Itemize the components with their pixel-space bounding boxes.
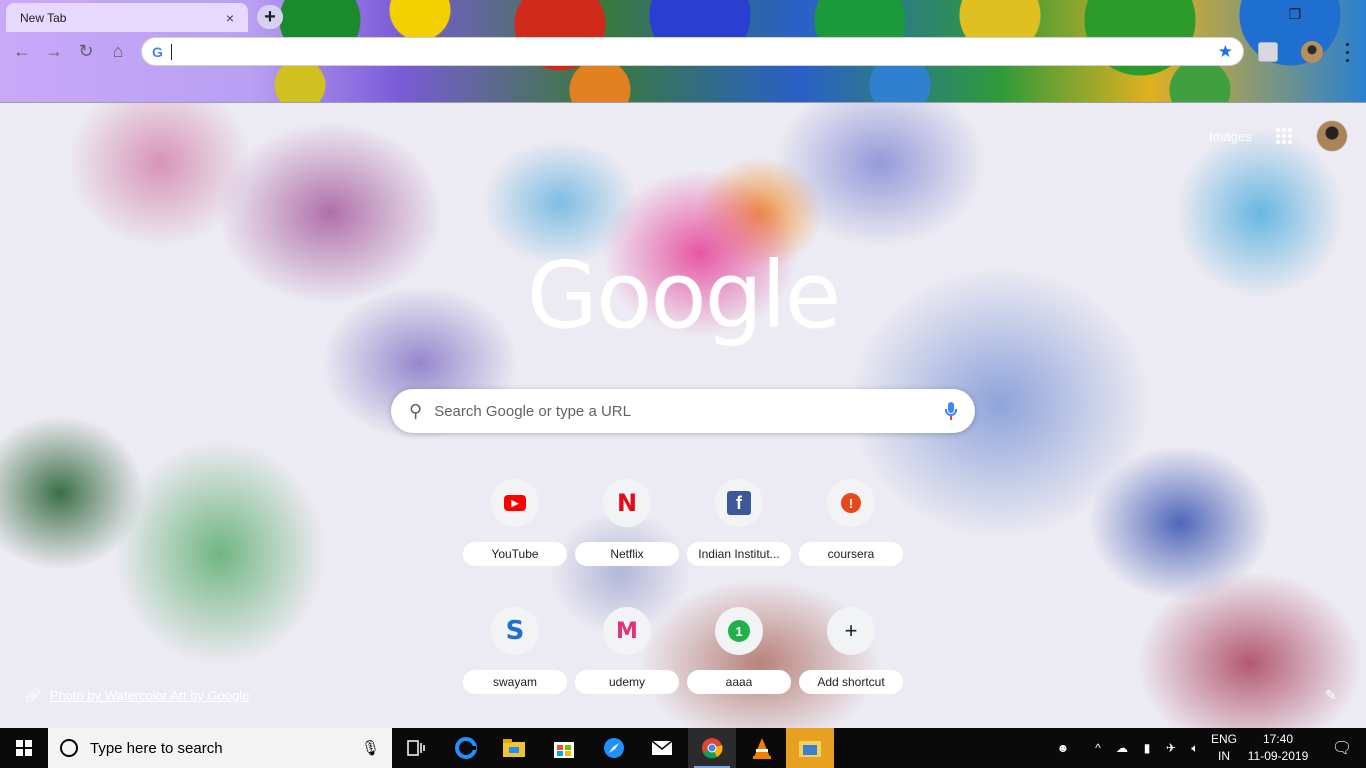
start-button[interactable] (0, 728, 48, 768)
taskbar-search[interactable]: Type here to search 🎙︎ (48, 728, 392, 768)
clock-date: 11-09-2019 (1247, 749, 1309, 763)
mail-icon[interactable] (638, 728, 686, 768)
facebook-icon: f (727, 491, 751, 515)
clock[interactable]: 17:40 11-09-2019 (1240, 731, 1316, 765)
new-tab-button[interactable]: + (257, 5, 283, 29)
udemy-icon: M (616, 618, 638, 644)
link-icon: 🔗︎ (24, 687, 42, 703)
customize-pencil-icon[interactable]: ✎ (1325, 687, 1337, 704)
photo-credit[interactable]: 🔗︎ Photo by Watercolor Art by Google (24, 687, 249, 704)
address-bar[interactable]: G ★ (141, 37, 1244, 66)
aaaa-icon: 1 (728, 620, 750, 642)
shortcut-label: YouTube (491, 547, 539, 561)
windows-icon (16, 740, 32, 756)
account-avatar[interactable] (1316, 120, 1348, 152)
extension-icon[interactable] (1258, 42, 1278, 62)
notifications-icon[interactable]: 🗨︎ (1318, 728, 1366, 768)
photo-credit-link[interactable]: Photo by Watercolor Art by Google (50, 688, 250, 703)
language-line1: ENG (1210, 732, 1237, 746)
apps-grid-icon[interactable] (1276, 128, 1292, 144)
taskbar-search-placeholder[interactable]: Type here to search (90, 740, 361, 757)
tab-close-icon[interactable]: × (222, 10, 238, 26)
shortcut-indian-institute[interactable]: f Indian Institut... (687, 479, 791, 589)
shortcut-label: swayam (492, 675, 537, 689)
search-icon: ⚲ (409, 400, 423, 421)
youtube-icon: ▶ (504, 495, 526, 511)
people-icon[interactable]: ☻ (1052, 728, 1074, 768)
language-line2: IN (1218, 749, 1230, 763)
microphone-icon[interactable] (945, 402, 957, 420)
shortcut-label: udemy (608, 675, 646, 689)
shortcut-coursera[interactable]: ! coursera (799, 479, 903, 589)
back-button[interactable]: ← (8, 37, 36, 65)
photo-folder-icon[interactable] (786, 728, 834, 768)
vlc-icon[interactable] (738, 728, 786, 768)
shortcut-label: Add shortcut (817, 675, 885, 689)
shortcut-aaaa[interactable]: 1 aaaa (687, 607, 791, 717)
toolbar: ← → ↻ ⌂ G ★ (0, 34, 1366, 70)
cortana-icon (60, 739, 78, 757)
shortcut-netflix[interactable]: N Netflix (575, 479, 679, 589)
shortcut-swayam[interactable]: S swayam (463, 607, 567, 717)
text-cursor (170, 43, 172, 60)
reload-button[interactable]: ↻ (72, 37, 100, 65)
chrome-icon[interactable] (688, 728, 736, 768)
battery-icon[interactable]: ▮ (1137, 728, 1157, 768)
google-logo: Google (526, 242, 841, 349)
add-shortcut-button[interactable]: + Add shortcut (799, 607, 903, 717)
menu-icon[interactable] (1340, 40, 1354, 64)
onedrive-icon[interactable]: ☁ (1112, 728, 1132, 768)
shortcut-label: coursera (827, 547, 875, 561)
home-button[interactable]: ⌂ (104, 37, 132, 65)
compass-app-icon[interactable] (590, 728, 638, 768)
taskbar: Type here to search 🎙︎ ☻ ^ ☁ ▮ ✈︎ 🔈︎ ENG… (0, 728, 1366, 768)
shortcut-udemy[interactable]: M udemy (575, 607, 679, 717)
netflix-icon: N (616, 489, 638, 517)
volume-icon[interactable]: 🔈︎ (1185, 728, 1205, 768)
restore-window-icon[interactable]: ❐ (1285, 4, 1305, 24)
browser-chrome: New Tab × + ❐ ← → ↻ ⌂ G ★ (0, 0, 1366, 103)
tab-new-tab[interactable]: New Tab × (6, 3, 248, 32)
coursera-icon: ! (841, 493, 861, 513)
plus-icon: + (844, 618, 858, 643)
search-box[interactable]: ⚲ Search Google or type a URL (391, 389, 975, 433)
star-icon[interactable]: ★ (1218, 42, 1233, 62)
tab-title: New Tab (20, 10, 67, 25)
shortcut-label: Indian Institut... (698, 547, 780, 561)
google-g-icon: G (152, 43, 163, 60)
microphone-icon[interactable]: 🎙︎ (361, 739, 380, 757)
chevron-up-icon[interactable]: ^ (1090, 728, 1106, 768)
file-explorer-icon[interactable] (490, 728, 538, 768)
edge-icon[interactable] (442, 728, 490, 768)
task-view-icon[interactable] (392, 728, 440, 768)
clock-time: 17:40 (1262, 732, 1294, 746)
airplane-mode-icon[interactable]: ✈︎ (1161, 728, 1181, 768)
images-link[interactable]: Images (1209, 129, 1252, 144)
language-indicator[interactable]: ENG IN (1210, 731, 1238, 765)
shortcut-label: aaaa (725, 675, 753, 689)
shortcut-youtube[interactable]: ▶ YouTube (463, 479, 567, 589)
profile-avatar[interactable] (1301, 41, 1323, 63)
forward-button[interactable]: → (40, 37, 68, 65)
swayam-icon: S (505, 616, 525, 646)
shortcut-label: Netflix (610, 547, 644, 561)
store-icon[interactable] (540, 728, 588, 768)
new-tab-page: Images Google ⚲ Search Google or type a … (0, 103, 1366, 728)
search-placeholder[interactable]: Search Google or type a URL (434, 403, 945, 420)
